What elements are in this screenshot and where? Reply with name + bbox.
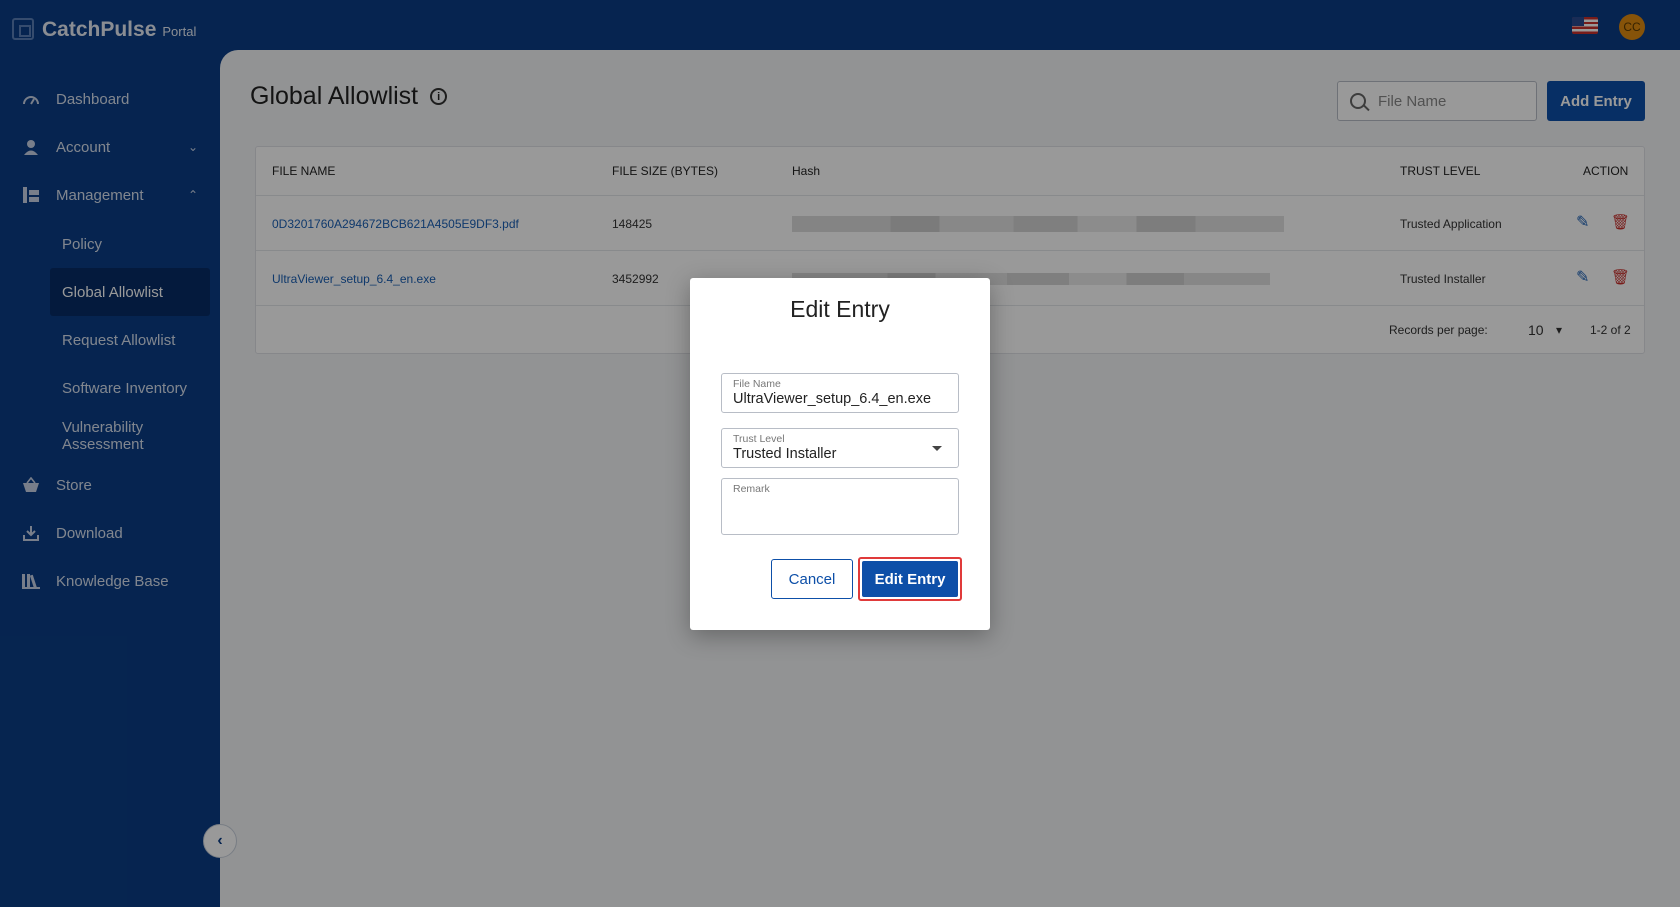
trust-level-label: Trust Level [733,433,785,445]
edit-entry-button[interactable]: Edit Entry [858,557,962,601]
remark-label: Remark [733,483,770,495]
dialog-title: Edit Entry [790,296,890,322]
edit-entry-dialog: Edit Entry File Name UltraViewer_setup_6… [690,278,990,630]
file-name-label: File Name [733,378,781,390]
remark-field[interactable]: Remark [721,478,959,535]
trust-level-value: Trusted Installer [733,446,837,462]
cancel-button[interactable]: Cancel [771,559,853,599]
trust-level-select[interactable]: Trust Level Trusted Installer [721,428,959,468]
file-name-field[interactable]: File Name UltraViewer_setup_6.4_en.exe [721,373,959,413]
dropdown-caret-icon [932,446,942,451]
edit-entry-button-label: Edit Entry [862,561,958,597]
file-name-value[interactable]: UltraViewer_setup_6.4_en.exe [733,391,931,407]
